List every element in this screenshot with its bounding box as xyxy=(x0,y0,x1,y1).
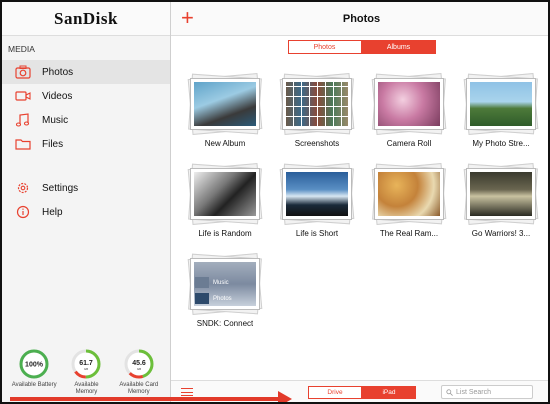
search-icon xyxy=(446,388,453,396)
video-icon xyxy=(14,89,32,103)
album-cover xyxy=(282,78,352,130)
main-panel: + Photos Photos Albums New Album Screens… xyxy=(171,2,548,402)
memory-gauge: 61.7 GB Available Memory xyxy=(63,348,109,402)
album-tile[interactable]: Life is Random xyxy=(179,162,271,238)
album-stack xyxy=(186,162,264,225)
album-tile[interactable]: Camera Roll xyxy=(363,72,455,148)
app-window: SanDisk MEDIA Photos Videos Music Files xyxy=(0,0,550,404)
album-cover xyxy=(374,168,444,220)
search-input[interactable]: List Search xyxy=(441,385,533,399)
album-tile[interactable]: Music Photos SNDK: Connect xyxy=(179,252,271,328)
album-cover xyxy=(282,168,352,220)
album-name: The Real Ram... xyxy=(379,229,439,238)
connect-music-label: Music xyxy=(213,279,229,286)
memory-ring: 61.7 GB xyxy=(71,349,101,379)
album-stack xyxy=(278,72,356,135)
album-stack xyxy=(462,162,540,225)
page-title: Photos xyxy=(342,12,381,25)
album-tile[interactable]: Screenshots xyxy=(271,72,363,148)
connect-photos-label: Photos xyxy=(213,295,232,302)
add-button[interactable]: + xyxy=(181,7,194,29)
memory-caption: Available Memory xyxy=(74,382,99,395)
card-memory-unit: GB xyxy=(137,367,141,371)
brand-header: SanDisk xyxy=(2,2,170,36)
sidebar-item-help[interactable]: Help xyxy=(2,200,170,224)
sidebar: SanDisk MEDIA Photos Videos Music Files xyxy=(2,2,171,402)
album-tile[interactable]: The Real Ram... xyxy=(363,162,455,238)
media-section-label: MEDIA xyxy=(8,44,35,54)
memory-value: 61.7 xyxy=(80,360,94,367)
sidebar-item-music[interactable]: Music xyxy=(2,108,170,132)
album-cover xyxy=(190,78,260,130)
gear-icon xyxy=(14,181,32,195)
memory-unit: GB xyxy=(84,367,88,371)
album-stack xyxy=(186,72,264,135)
info-icon xyxy=(14,205,32,219)
album-name: Camera Roll xyxy=(386,139,432,148)
sidebar-item-videos[interactable]: Videos xyxy=(2,84,170,108)
tab-drive[interactable]: Drive xyxy=(308,386,362,399)
sidebar-item-label: Settings xyxy=(42,182,79,194)
album-name: Life is Short xyxy=(295,229,339,238)
album-cover xyxy=(466,168,536,220)
battery-ring: 100% xyxy=(19,349,49,379)
album-stack xyxy=(278,162,356,225)
sidebar-item-label: Photos xyxy=(42,66,74,78)
sidebar-item-label: Help xyxy=(42,206,63,218)
album-name: New Album xyxy=(204,139,246,148)
search-placeholder: List Search xyxy=(456,388,492,396)
folder-icon xyxy=(14,137,32,151)
card-memory-value: 45.6 xyxy=(132,360,146,367)
album-cover xyxy=(374,78,444,130)
sidebar-item-label: Files xyxy=(42,138,64,150)
album-stack xyxy=(370,162,448,225)
album-name: Screenshots xyxy=(294,139,340,148)
sidebar-item-photos[interactable]: Photos xyxy=(2,60,170,84)
connect-row-music: Music xyxy=(194,276,256,289)
album-cover xyxy=(466,78,536,130)
brand-logo: SanDisk xyxy=(54,8,118,28)
album-tile[interactable]: Go Warriors! 3... xyxy=(455,162,547,238)
source-segmented-control: Drive iPad xyxy=(308,386,416,399)
album-name: Go Warriors! 3... xyxy=(471,229,531,238)
top-bar: + Photos xyxy=(171,2,548,36)
view-segmented-control: Photos Albums xyxy=(171,40,548,54)
battery-gauge: 100% Available Battery xyxy=(11,348,57,402)
album-tile[interactable]: Life is Short xyxy=(271,162,363,238)
tab-photos[interactable]: Photos xyxy=(287,40,362,54)
album-tile[interactable]: New Album xyxy=(179,72,271,148)
card-memory-ring: 45.6 GB xyxy=(124,349,154,379)
album-tile[interactable]: My Photo Stre... xyxy=(455,72,547,148)
card-memory-gauge: 45.6 GB Available Card Memory xyxy=(116,348,162,402)
album-cover: Music Photos xyxy=(190,258,260,310)
album-name: My Photo Stre... xyxy=(472,139,530,148)
album-name: Life is Random xyxy=(198,229,252,238)
sidebar-item-label: Videos xyxy=(42,90,73,102)
battery-caption: Available Battery xyxy=(11,382,57,388)
connect-row-photos: Photos xyxy=(194,292,256,305)
menu-icon[interactable] xyxy=(181,388,193,396)
annotation-arrow xyxy=(10,391,292,402)
album-grid: New Album Screenshots Camera Roll My Pho… xyxy=(179,72,547,328)
sidebar-item-settings[interactable]: Settings xyxy=(2,176,170,200)
album-name: SNDK: Connect xyxy=(196,319,254,328)
music-icon xyxy=(14,113,32,127)
card-memory-caption: Available Card Memory xyxy=(119,382,159,395)
tab-albums[interactable]: Albums xyxy=(361,40,436,54)
sidebar-item-label: Music xyxy=(42,114,69,126)
sidebar-item-files[interactable]: Files xyxy=(2,132,170,156)
tab-ipad[interactable]: iPad xyxy=(362,386,416,399)
storage-gauges: 100% Available Battery 61.7 GB Available… xyxy=(2,348,171,402)
album-stack xyxy=(462,72,540,135)
album-cover xyxy=(190,168,260,220)
camera-icon xyxy=(14,65,32,79)
album-stack xyxy=(370,72,448,135)
album-stack: Music Photos xyxy=(186,252,264,315)
battery-value: 100% xyxy=(25,362,44,369)
